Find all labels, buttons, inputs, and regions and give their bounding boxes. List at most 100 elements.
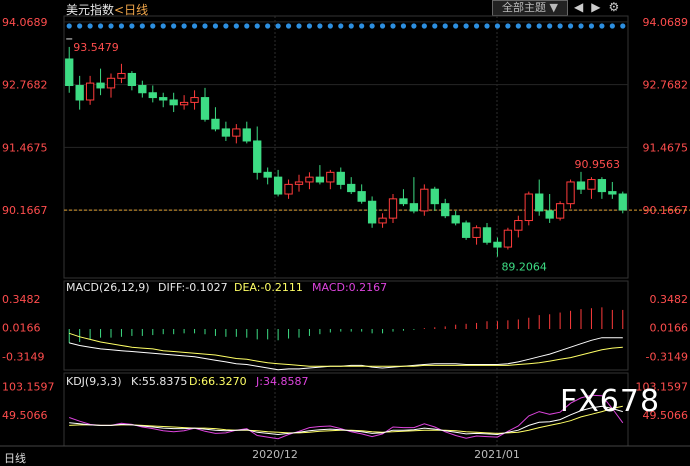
candle-body (65, 58, 74, 87)
signal-dot (87, 23, 93, 29)
candle-body (85, 82, 95, 101)
x-tick-label: 2021/01 (474, 448, 520, 461)
macd-y-tick-left: 0.3482 (2, 293, 41, 306)
signal-dot (223, 23, 229, 29)
signal-dot (171, 23, 177, 29)
signal-dot (547, 23, 553, 29)
candle-body (190, 97, 199, 103)
candle-body (430, 188, 439, 205)
candle-body (472, 227, 481, 238)
signal-dot (285, 23, 292, 29)
kdj-k-label: K:55.8375 (131, 375, 187, 388)
candle-body (127, 72, 137, 87)
candle-body (482, 227, 492, 243)
signal-dot (620, 23, 626, 29)
signal-dot (254, 23, 260, 29)
macd-value-label: MACD:0.2167 (312, 281, 387, 294)
signal-dot (77, 23, 83, 29)
kdj-y-tick-left: 49.5066 (2, 409, 48, 422)
candle-body (148, 92, 157, 99)
candle-body (597, 179, 607, 193)
signal-dot (202, 23, 208, 29)
candle-body (399, 198, 408, 205)
price-y-tick-left: 90.1667 (2, 204, 48, 217)
price-y-tick-right: 91.4675 (643, 141, 689, 154)
candle-body (618, 193, 627, 211)
signal-dot (505, 23, 511, 29)
candles (65, 46, 627, 257)
macd-y-tick-right: 0.3482 (650, 293, 689, 306)
signal-dot (567, 23, 574, 29)
candle-body (409, 203, 419, 212)
signal-dot (515, 23, 521, 29)
candle-body (608, 191, 617, 195)
candle-body (524, 193, 533, 222)
candle-body (242, 128, 251, 142)
candle-body (576, 181, 586, 190)
signal-dot (453, 23, 459, 29)
signal-dot (432, 23, 438, 29)
signal-dots-row (66, 23, 626, 29)
signal-dot (473, 23, 480, 29)
candle-body (211, 118, 220, 130)
macd-title: MACD(26,12,9) (66, 281, 150, 294)
bottom-period-tab[interactable]: 日线 (4, 450, 26, 466)
recent-high-annotation: 90.9563 (575, 158, 621, 171)
price-y-tick-right: 92.7682 (643, 79, 689, 92)
high-annotation: 93.5479 (73, 41, 119, 54)
signal-dot (233, 23, 239, 29)
price-y-tick-left: 92.7682 (2, 79, 48, 92)
candle-body (263, 171, 272, 178)
signal-dot (212, 23, 219, 29)
kdj-title: KDJ(9,3,3) (66, 375, 122, 388)
candle-body (388, 198, 398, 219)
signal-dot (578, 23, 584, 29)
signal-dot (317, 23, 323, 29)
candle-body (378, 217, 387, 224)
candle-body (200, 97, 210, 120)
macd-diff-label: DIFF:-0.1027 (158, 281, 228, 294)
signal-dot (275, 23, 281, 29)
candle-body (566, 181, 575, 205)
candle-body (106, 77, 116, 89)
signal-dot (599, 23, 605, 29)
signal-dot (160, 23, 166, 29)
signal-dot (557, 23, 563, 29)
macd-y-tick-left: -0.3149 (2, 350, 44, 363)
candle-body (461, 222, 471, 238)
kdj-d-label: D:66.3270 (189, 375, 247, 388)
macd-dea-label: DEA:-0.2111 (234, 281, 303, 294)
signal-dot (526, 23, 532, 29)
candle-body (420, 188, 429, 212)
signal-dot (379, 23, 386, 29)
signal-dot (494, 23, 501, 29)
candle-body (451, 215, 460, 224)
kdj-j-line (69, 394, 624, 440)
candle-body (221, 128, 231, 137)
candle-body (232, 128, 241, 137)
candle-body (179, 101, 189, 106)
macd-dea-line (69, 332, 623, 367)
candle-body (75, 85, 84, 101)
signal-dot (536, 23, 542, 29)
candle-body (159, 97, 168, 101)
signal-dot (359, 23, 365, 29)
signal-dot (348, 23, 354, 29)
candle-body (545, 210, 554, 219)
price-y-tick-right: 94.0689 (643, 16, 689, 29)
signal-dot (296, 23, 302, 29)
signal-dot (108, 23, 114, 29)
candle-body (493, 241, 502, 248)
signal-dot (129, 23, 135, 29)
signal-dot (369, 23, 375, 29)
macd-y-tick-right: 0.0166 (650, 322, 689, 335)
signal-dot (118, 23, 125, 29)
candle-body (169, 99, 178, 106)
signal-dot (390, 23, 396, 29)
candle-body (273, 176, 283, 195)
candle-body (503, 229, 513, 248)
signal-dot (66, 23, 72, 29)
price-y-tick-left: 91.4675 (2, 141, 48, 154)
signal-dot (139, 23, 145, 29)
signal-dot (181, 23, 187, 29)
